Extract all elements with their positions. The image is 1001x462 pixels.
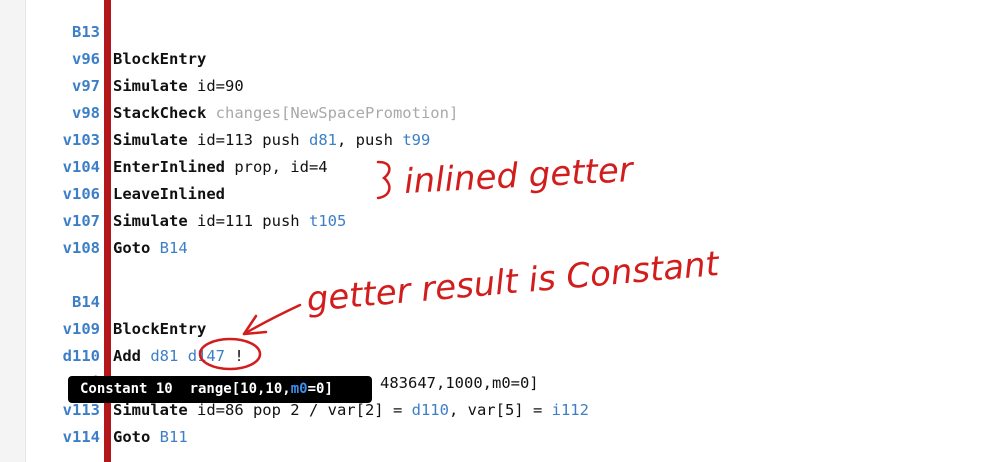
code-row: Simulate id=111 push t105 <box>113 208 346 235</box>
arrowhead-mark <box>242 314 268 336</box>
line-number[interactable]: v103 <box>0 127 104 154</box>
opcode: Add <box>113 347 141 365</box>
operands: id=111 push <box>187 212 309 230</box>
line-number[interactable]: v96 <box>0 46 104 73</box>
annotation-inlined-getter: inlined getter <box>403 150 634 202</box>
operands: , var[5] = <box>448 401 552 419</box>
code-row: EnterInlined prop, id=4 <box>113 154 328 181</box>
line-number[interactable]: v108 <box>0 235 104 262</box>
operands: id=113 push <box>187 131 309 149</box>
tooltip-range: range[10,10, <box>189 381 291 397</box>
line-number[interactable]: v97 <box>0 73 104 100</box>
value-ref-link[interactable]: d110 <box>412 401 449 419</box>
value-tooltip: Constant 10 range[10,10,m0=0] <box>68 376 372 403</box>
line-number[interactable]: v98 <box>0 100 104 127</box>
code-row: Simulate id=113 push d81, push t99 <box>113 127 430 154</box>
value-ref-link[interactable]: t99 <box>402 131 430 149</box>
arrow-mark <box>242 303 302 336</box>
opcode: LeaveInlined <box>113 185 225 203</box>
operands: prop, id=4 <box>224 158 328 176</box>
tooltip-m0: m0 <box>290 381 308 397</box>
tooltip-range-end: =0] <box>307 381 333 397</box>
value-ref-link[interactable]: i112 <box>552 401 589 419</box>
line-number[interactable]: v109 <box>0 316 104 343</box>
value-ref-link[interactable]: t105 <box>309 212 346 230</box>
operands: id=86 pop 2 / var[2] = <box>187 401 412 419</box>
opcode: StackCheck <box>113 104 207 122</box>
code-row: Goto B14 <box>113 235 188 262</box>
opcode: Goto <box>113 239 151 257</box>
operands: 483647,1000,m0=0] <box>380 374 539 392</box>
opcode: EnterInlined <box>113 158 225 176</box>
curly-brace-mark <box>376 160 391 200</box>
line-number[interactable]: v114 <box>0 424 104 451</box>
opcode: Simulate <box>113 77 188 95</box>
line-number[interactable]: v106 <box>0 181 104 208</box>
code-row: 483647,1000,m0=0] <box>380 370 539 397</box>
changes-flags: changes[NewSpacePromotion] <box>206 104 459 122</box>
line-number[interactable]: d110 <box>0 343 104 370</box>
tooltip-kind: Constant 10 <box>80 381 173 397</box>
code-row: StackCheck changes[NewSpacePromotion] <box>113 100 458 127</box>
code-row: Simulate id=90 <box>113 73 244 100</box>
operands: ! <box>225 347 244 365</box>
code-row: BlockEntry <box>113 46 206 73</box>
block-label-b14[interactable]: B14 <box>0 289 104 316</box>
annotation-getter-constant: getter result is Constant <box>305 244 721 320</box>
code-row: Add d81 d147 ! <box>113 343 244 370</box>
block-ref-link[interactable]: B11 <box>160 428 188 446</box>
value-ref-link-hovered[interactable]: d147 <box>188 347 225 365</box>
opcode: BlockEntry <box>113 320 207 338</box>
opcode: Simulate <box>113 212 188 230</box>
operands: id=90 <box>187 77 244 95</box>
code-row: Goto B11 <box>113 424 188 451</box>
opcode: Goto <box>113 428 151 446</box>
value-ref-link[interactable]: d81 <box>309 131 337 149</box>
block-label-b13[interactable]: B13 <box>0 19 104 46</box>
operands: , push <box>336 131 403 149</box>
opcode: Simulate <box>113 131 188 149</box>
code-row: LeaveInlined <box>113 181 225 208</box>
code-row: BlockEntry <box>113 316 206 343</box>
line-number[interactable]: v107 <box>0 208 104 235</box>
value-ref-link[interactable]: d81 <box>150 347 178 365</box>
line-number[interactable]: v104 <box>0 154 104 181</box>
block-ref-link[interactable]: B14 <box>160 239 188 257</box>
opcode: BlockEntry <box>113 50 207 68</box>
opcode: Simulate <box>113 401 188 419</box>
